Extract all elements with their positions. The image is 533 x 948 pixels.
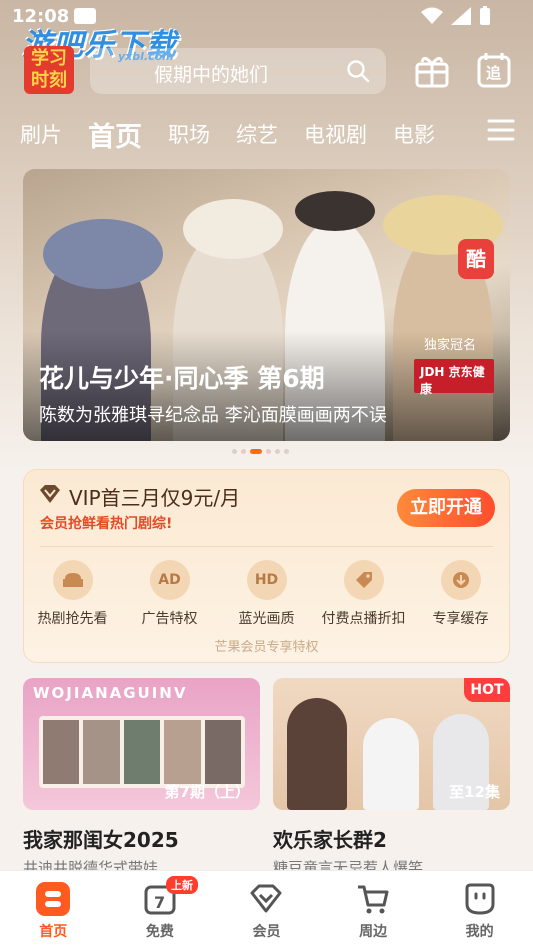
card-episode: 至12集 [449, 783, 500, 801]
banner-sponsor: JDH 京东健康 [414, 359, 494, 396]
logo-line1: 学习 [31, 48, 67, 69]
banner-pagination [232, 449, 289, 454]
hd-icon: HD [246, 560, 287, 600]
photo-thumb [123, 720, 161, 784]
nav-label: 首页 [39, 924, 68, 940]
perk-label: 专享缓存 [432, 611, 489, 627]
perk-label: 蓝光画质 [238, 611, 295, 627]
tab-home[interactable]: 首页 [88, 115, 142, 154]
perk-ad-free[interactable]: AD 广告特权 [121, 560, 218, 628]
sofa-icon [52, 560, 93, 600]
banner-cool-badge: 酷 [458, 239, 494, 279]
perk-discount[interactable]: 付费点播折扣 [315, 560, 412, 628]
content-card[interactable]: WOJIANAGUINV 第7期（上） 我家那闺女2025 井迪井脱德华式带娃 [23, 678, 260, 878]
pagination-dot[interactable] [266, 449, 271, 454]
follow-button[interactable]: 追 [474, 50, 514, 90]
card-episode: 第7期（上） [164, 783, 250, 801]
thumb-figure [287, 698, 347, 810]
download-icon [440, 560, 481, 600]
banner-title: 花儿与少年·同心季 第6期 [39, 364, 325, 393]
vip-divider [40, 546, 493, 547]
menu-icon[interactable] [487, 118, 515, 142]
search-placeholder: 假期中的她们 [154, 64, 269, 86]
tab-workplace[interactable]: 职场 [168, 119, 210, 149]
vip-footer: 芒果会员专享特权 [214, 640, 319, 655]
signal-icon [451, 7, 471, 25]
nav-shop[interactable]: 周边 [320, 871, 427, 948]
vip-card[interactable]: VIP首三月仅9元/月 会员抢鲜看热门剧综! 立即开通 热剧抢先看 AD 广告特… [23, 469, 510, 663]
nav-home[interactable]: 首页 [0, 871, 107, 948]
banner-hat-3 [295, 191, 375, 231]
app-logo[interactable]: 学习 时刻 [24, 46, 74, 94]
vip-perks: 热剧抢先看 AD 广告特权 HD 蓝光画质 付费点播折扣 专享缓存 [24, 560, 509, 628]
photo-thumb [164, 720, 201, 784]
thumb-figure [363, 718, 419, 810]
card-title: 我家那闺女2025 [23, 828, 179, 852]
svg-text:7: 7 [154, 893, 165, 912]
tab-shuapian[interactable]: 刷片 [20, 119, 62, 149]
card-banner-text: WOJIANAGUINV [33, 684, 188, 702]
profile-icon [465, 883, 495, 915]
search-icon[interactable] [346, 59, 370, 83]
home-icon [36, 882, 71, 916]
nav-label: 会员 [252, 924, 281, 940]
hot-badge: HOT [464, 678, 510, 702]
battery-icon [480, 6, 490, 25]
perk-label: 付费点播折扣 [321, 611, 406, 627]
card-thumbnail[interactable]: HOT 至12集 [273, 678, 510, 810]
pagination-dot[interactable] [275, 449, 280, 454]
tab-variety[interactable]: 综艺 [236, 119, 278, 149]
photo-thumb [83, 720, 120, 784]
banner-hat-2 [183, 199, 283, 259]
nav-label: 周边 [359, 924, 388, 940]
tab-movie[interactable]: 电影 [393, 119, 435, 149]
tag-icon [343, 560, 384, 600]
follow-label: 追 [486, 64, 502, 82]
vip-headline: VIP首三月仅9元/月 [69, 486, 241, 510]
pagination-dot[interactable] [241, 449, 246, 454]
nav-label: 免费 [145, 924, 174, 940]
card-photo-strip [39, 716, 245, 788]
perk-early-access[interactable]: 热剧抢先看 [24, 560, 121, 628]
banner-subtitle: 陈数为张雅琪寻纪念品 李沁面膜画画两不误 [39, 405, 387, 426]
banner-hat-1 [43, 219, 163, 289]
gift-icon[interactable] [412, 50, 452, 90]
new-badge: 上新 [166, 876, 198, 894]
wifi-icon [421, 7, 443, 24]
photo-thumb [204, 720, 242, 784]
perk-bluray[interactable]: HD 蓝光画质 [218, 560, 315, 628]
perk-label: 热剧抢先看 [37, 611, 108, 627]
perk-cache[interactable]: 专享缓存 [412, 560, 509, 628]
diamond-icon [250, 884, 282, 913]
vip-diamond-icon [40, 485, 60, 503]
banner-exclusive-label: 独家冠名 [423, 338, 476, 353]
nav-profile[interactable]: 我的 [426, 871, 533, 948]
content-card[interactable]: HOT 至12集 欢乐家长群2 糖豆童言无忌惹人爆笑 [273, 678, 510, 878]
card-title: 欢乐家长群2 [273, 828, 387, 852]
pagination-dot[interactable] [284, 449, 289, 454]
photo-thumb [43, 720, 80, 784]
pagination-dot[interactable] [232, 449, 237, 454]
cart-icon [358, 885, 389, 914]
card-thumbnail[interactable]: WOJIANAGUINV 第7期（上） [23, 678, 260, 810]
search-bar[interactable]: 假期中的她们 [90, 48, 386, 94]
vip-hint: 会员抢鲜看热门剧综! [40, 516, 173, 532]
nav-vip[interactable]: 会员 [213, 871, 320, 948]
pagination-dot-active[interactable] [250, 449, 262, 454]
nav-label: 我的 [465, 924, 494, 940]
channel-tabs: 刷片 首页 职场 综艺 电视剧 电影 [20, 112, 461, 156]
hero-banner[interactable]: 酷 独家冠名 JDH 京东健康 花儿与少年·同心季 第6期 陈数为张雅琪寻纪念品… [23, 169, 510, 441]
tab-tv-series[interactable]: 电视剧 [304, 119, 367, 149]
ad-icon: AD [149, 560, 190, 600]
vip-open-button[interactable]: 立即开通 [397, 489, 495, 527]
logo-line2: 时刻 [31, 70, 67, 91]
bottom-nav: 首页 7 免费 会员 周边 我的 [0, 870, 533, 948]
perk-label: 广告特权 [141, 611, 198, 627]
